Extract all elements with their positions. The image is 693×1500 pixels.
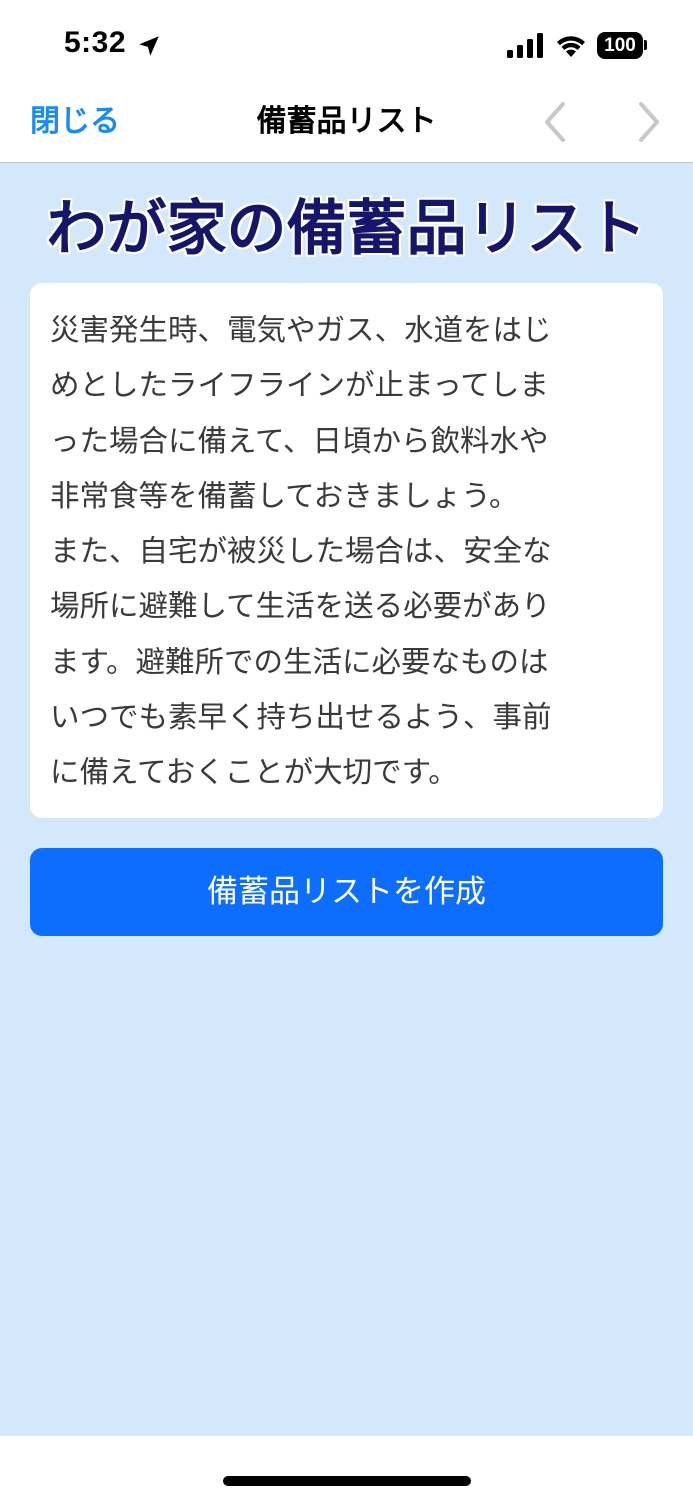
location-arrow-icon	[139, 36, 159, 56]
cellular-signal-icon	[507, 33, 543, 58]
description-line: めとしたライフラインが止まってしま	[50, 368, 549, 403]
status-bar: 5:32 100	[0, 0, 693, 90]
description-line: 非常食等を備蓄しておきましょう。	[50, 478, 519, 513]
chevron-left-icon[interactable]	[536, 98, 576, 146]
home-indicator[interactable]	[223, 1476, 471, 1486]
description-line: 場所に避難して生活を送る必要があり	[50, 589, 551, 624]
page-title: わが家の備蓄品リスト	[46, 194, 647, 264]
navigation-bar: 備蓄品リスト 閉じる	[0, 90, 693, 163]
wifi-icon	[557, 36, 585, 57]
description-line: に備えておくことが大切です。	[50, 755, 458, 790]
chevron-right-icon[interactable]	[628, 98, 668, 146]
close-button[interactable]: 閉じる	[30, 100, 120, 144]
description-text: 災害発生時、電気やガス、水道をはじ めとしたライフラインが止まってしま った場合…	[50, 303, 643, 801]
content-area: わが家の備蓄品リスト 災害発生時、電気やガス、水道をはじ めとしたライフラインが…	[0, 163, 693, 1436]
description-card: 災害発生時、電気やガス、水道をはじ めとしたライフラインが止まってしま った場合…	[30, 283, 663, 818]
bottom-bar	[0, 1436, 693, 1500]
battery-level: 100	[604, 35, 636, 56]
description-line: また、自宅が被災した場合は、安全な	[50, 534, 552, 569]
description-line: ます。避難所での生活に必要なものは	[50, 644, 549, 679]
description-line: いつでも素早く持ち出せるよう、事前	[50, 700, 552, 735]
status-time: 5:32	[64, 26, 127, 59]
create-list-button[interactable]: 備蓄品リストを作成	[30, 848, 663, 936]
battery-cap	[644, 40, 647, 50]
description-line: 災害発生時、電気やガス、水道をはじ	[50, 313, 552, 347]
description-line: った場合に備えて、日頃から飲料水や	[50, 423, 549, 458]
battery-icon: 100	[597, 32, 647, 59]
